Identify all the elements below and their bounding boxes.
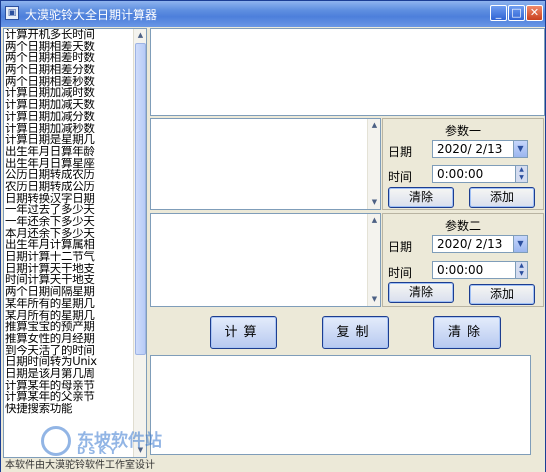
- spin-up-icon[interactable]: ▲: [516, 166, 527, 174]
- param1-textbox[interactable]: ▲ ▼: [150, 118, 381, 210]
- param2-clear-button[interactable]: 清除: [388, 282, 454, 303]
- list-item[interactable]: 某月所有的星期几: [5, 310, 133, 322]
- list-item[interactable]: 两个日期相差分数: [5, 64, 133, 76]
- param1-title: 参数一: [444, 124, 481, 138]
- function-list-items: 计算开机多长时间 两个日期相差天数 两个日期相差时数 两个日期相差分数 两个日期相差秒数…: [5, 29, 133, 415]
- param2-time-label: 时间: [388, 266, 413, 280]
- list-item[interactable]: 推算女性的月经期: [5, 333, 133, 345]
- maximize-button[interactable]: □: [508, 5, 525, 21]
- list-item[interactable]: 日期转换汉字日期: [5, 193, 133, 205]
- list-item[interactable]: 两个日期相差天数: [5, 41, 133, 53]
- param1-scrollbar[interactable]: ▲ ▼: [367, 119, 380, 209]
- chevron-down-icon[interactable]: ▼: [513, 236, 527, 252]
- list-item[interactable]: 两个日期相差时数: [5, 52, 133, 64]
- list-item[interactable]: 计算日期是星期几: [5, 134, 133, 146]
- minimize-button[interactable]: _: [490, 5, 507, 21]
- list-item[interactable]: 日期计算十二节气: [5, 251, 133, 263]
- scroll-up-arrow-icon[interactable]: ▲: [135, 30, 146, 41]
- list-item[interactable]: 计算日期加减天数: [5, 99, 133, 111]
- title-bar[interactable]: ▣ 大漠驼铃大全日期计算器 _ □ ✕: [1, 1, 545, 27]
- list-item[interactable]: 日期是该月第几周: [5, 368, 133, 380]
- spin-down-icon[interactable]: ▼: [516, 270, 527, 278]
- list-item[interactable]: 公历日期转成农历: [5, 169, 133, 181]
- param1-clear-button[interactable]: 清除: [388, 187, 454, 208]
- param1-panel: 参数一 日期 2020/ 2/13 ▼ 时间 0:00:00 ▲ ▼ 清除 添加: [382, 118, 544, 210]
- list-item[interactable]: 计算日期加减分数: [5, 111, 133, 123]
- list-item[interactable]: 一年还余下多少天: [5, 216, 133, 228]
- list-item[interactable]: 日期计算天干地支: [5, 263, 133, 275]
- scroll-down-arrow-icon[interactable]: ▼: [369, 197, 380, 208]
- chevron-down-icon[interactable]: ▼: [513, 141, 527, 157]
- scroll-down-arrow-icon[interactable]: ▼: [369, 294, 380, 305]
- list-item[interactable]: 本月还余下多少天: [5, 228, 133, 240]
- param2-time-field[interactable]: 0:00:00 ▲ ▼: [432, 261, 528, 279]
- param1-time-value: 0:00:00: [437, 167, 484, 181]
- param2-title: 参数二: [444, 219, 481, 233]
- list-item[interactable]: 计算某年的父亲节: [5, 391, 133, 403]
- list-item[interactable]: 两个日期间隔星期: [5, 286, 133, 298]
- calculate-button[interactable]: 计算: [210, 316, 277, 349]
- spin-down-icon[interactable]: ▼: [516, 174, 527, 182]
- param1-date-label: 日期: [388, 145, 413, 159]
- param1-date-value: 2020/ 2/13: [437, 142, 503, 156]
- list-item[interactable]: 时间计算天干地支: [5, 274, 133, 286]
- app-icon: ▣: [5, 6, 19, 20]
- list-item[interactable]: 计算日期加减时数: [5, 87, 133, 99]
- scroll-down-arrow-icon[interactable]: ▼: [135, 445, 146, 456]
- list-item[interactable]: 计算日期加减秒数: [5, 123, 133, 135]
- param2-time-value: 0:00:00: [437, 263, 484, 277]
- result-textbox[interactable]: [150, 355, 531, 455]
- time-spinner[interactable]: ▲ ▼: [515, 166, 527, 182]
- spin-up-icon[interactable]: ▲: [516, 262, 527, 270]
- main-window: ▣ 大漠驼铃大全日期计算器 _ □ ✕ 计算开机多长时间 两个日期相差天数 两个日期…: [0, 0, 546, 472]
- param2-textbox[interactable]: ▲ ▼: [150, 213, 381, 307]
- scroll-up-arrow-icon[interactable]: ▲: [369, 215, 380, 226]
- scroll-thumb[interactable]: [135, 43, 146, 355]
- param2-panel: 参数二 日期 2020/ 2/13 ▼ 时间 0:00:00 ▲ ▼ 清除 添加: [382, 213, 544, 307]
- param1-date-picker[interactable]: 2020/ 2/13 ▼: [432, 140, 528, 158]
- param2-add-button[interactable]: 添加: [469, 284, 535, 305]
- list-item[interactable]: 计算某年的母亲节: [5, 380, 133, 392]
- status-text: 本软件由大漠驼铃软件工作室设计: [5, 460, 155, 471]
- list-scrollbar[interactable]: ▲ ▼: [133, 29, 146, 457]
- param2-scrollbar[interactable]: ▲ ▼: [367, 214, 380, 306]
- param1-time-label: 时间: [388, 170, 413, 184]
- list-item[interactable]: 到今天活了的时间: [5, 345, 133, 357]
- list-item[interactable]: 出生年月日算星座: [5, 158, 133, 170]
- scroll-up-arrow-icon[interactable]: ▲: [369, 120, 380, 131]
- close-button[interactable]: ✕: [526, 5, 543, 21]
- list-item[interactable]: 两个日期相差秒数: [5, 76, 133, 88]
- copy-button[interactable]: 复制: [322, 316, 389, 349]
- list-item[interactable]: 推算宝宝的预产期: [5, 321, 133, 333]
- param1-time-field[interactable]: 0:00:00 ▲ ▼: [432, 165, 528, 183]
- list-item[interactable]: 日期时间转为Unix: [5, 356, 133, 368]
- param2-date-value: 2020/ 2/13: [437, 237, 503, 251]
- window-title: 大漠驼铃大全日期计算器: [25, 8, 158, 22]
- status-bar: 本软件由大漠驼铃软件工作室设计: [1, 459, 545, 472]
- list-item[interactable]: 农历日期转成公历: [5, 181, 133, 193]
- list-item[interactable]: 某年所有的星期几: [5, 298, 133, 310]
- param1-add-button[interactable]: 添加: [469, 187, 535, 208]
- description-textbox[interactable]: [150, 28, 545, 116]
- clear-button[interactable]: 清除: [433, 316, 501, 349]
- list-item[interactable]: 计算开机多长时间: [5, 29, 133, 41]
- function-list[interactable]: 计算开机多长时间 两个日期相差天数 两个日期相差时数 两个日期相差分数 两个日期相差秒数…: [3, 28, 147, 458]
- list-item[interactable]: 出生年月日算年龄: [5, 146, 133, 158]
- list-item[interactable]: 一年过去了多少天: [5, 204, 133, 216]
- param2-date-picker[interactable]: 2020/ 2/13 ▼: [432, 235, 528, 253]
- list-item[interactable]: 出生年月计算属相: [5, 239, 133, 251]
- param2-date-label: 日期: [388, 240, 413, 254]
- time-spinner[interactable]: ▲ ▼: [515, 262, 527, 278]
- list-item[interactable]: 快捷搜索功能: [5, 403, 133, 415]
